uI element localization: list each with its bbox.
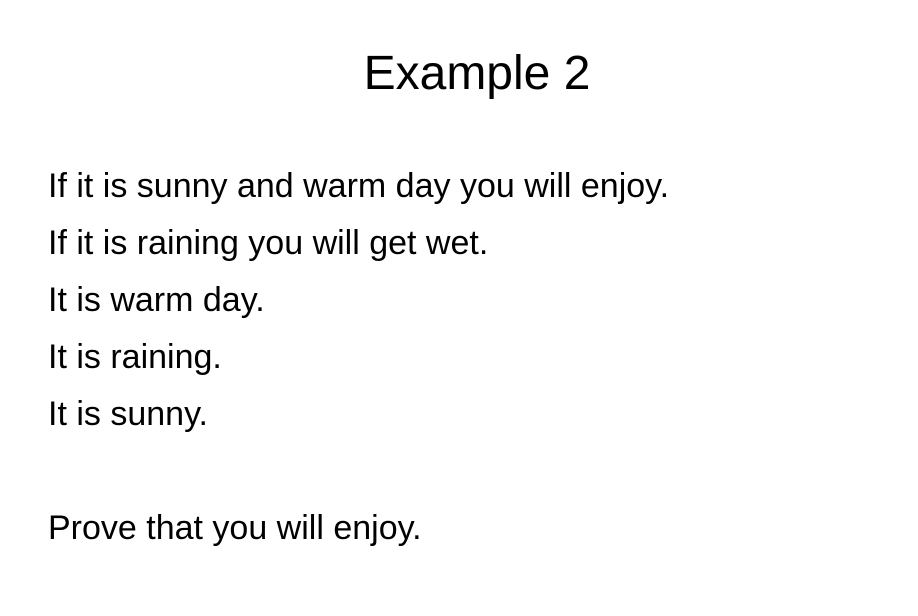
premise-line: It is sunny. [48,395,208,433]
premise-line: It is warm day. [48,281,265,319]
premise-line: It is raining. [48,338,222,376]
slide-title: Example 2 [363,47,591,100]
goal-line: Prove that you will enjoy. [48,509,422,547]
slide: Example 2 If it is sunny and warm day yo… [0,0,918,616]
premise-line: If it is raining you will get wet. [48,224,489,262]
slide-body: If it is sunny and warm day you will enj… [48,158,908,557]
premise-line: If it is sunny and warm day you will enj… [48,167,670,205]
